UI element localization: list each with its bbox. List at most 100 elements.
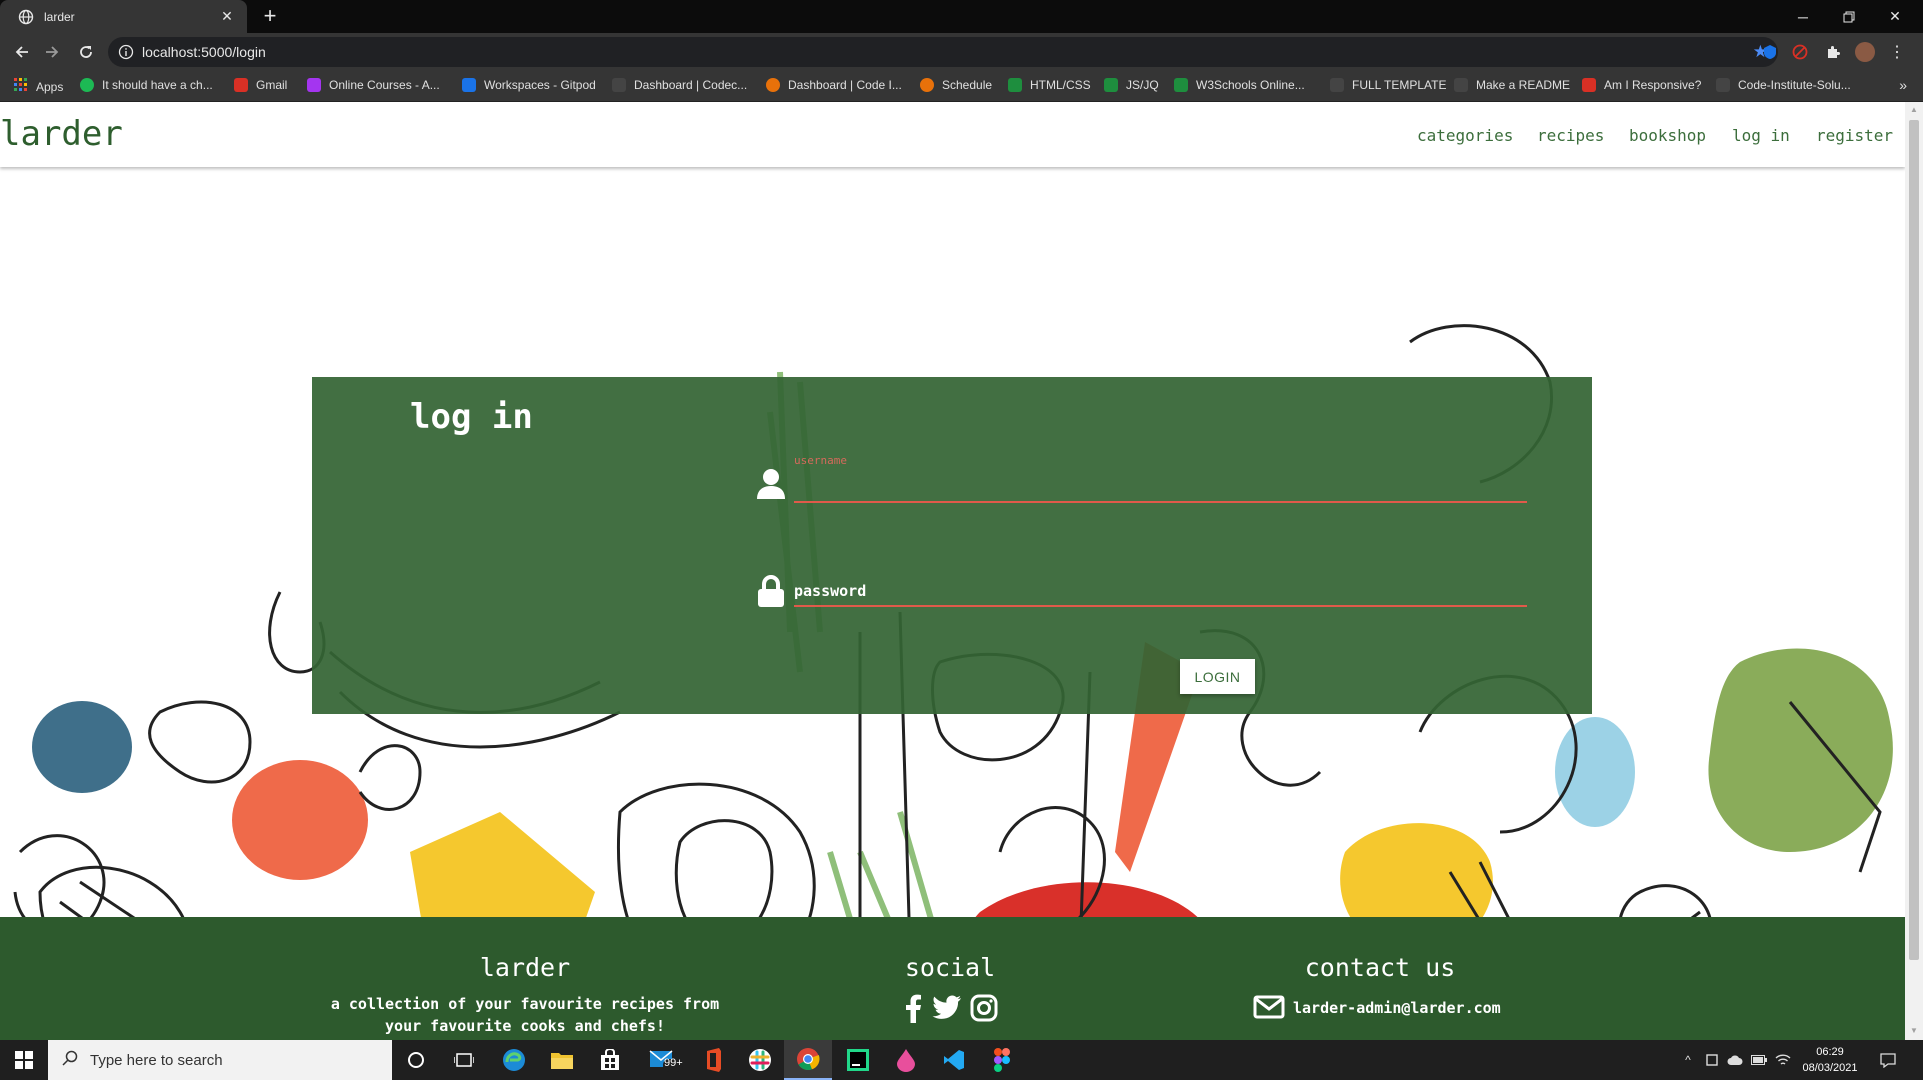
- lock-icon: [755, 574, 787, 608]
- clock-date: 08/03/2021: [1802, 1062, 1858, 1074]
- username-input[interactable]: [794, 471, 1527, 503]
- vscode-icon[interactable]: [930, 1040, 978, 1080]
- footer-social-title: social: [904, 953, 996, 982]
- password-input[interactable]: [794, 575, 1527, 607]
- profile-avatar[interactable]: [1855, 42, 1875, 62]
- store-icon[interactable]: [586, 1040, 634, 1080]
- footer-about-line: a collection of your favourite recipes f…: [330, 995, 720, 1013]
- taskbar-search[interactable]: Type here to search: [48, 1040, 392, 1080]
- windows-start-icon[interactable]: [0, 1040, 48, 1080]
- page-scrollbar[interactable]: ▲ ▼: [1905, 102, 1923, 1040]
- bookmark-item[interactable]: Code-Institute-Solu...: [1716, 78, 1851, 92]
- brand-logo[interactable]: larder: [0, 114, 123, 154]
- bookmark-item[interactable]: JS/JQ: [1104, 78, 1159, 92]
- login-card: log in username password LOGIN: [312, 377, 1592, 714]
- bookmark-item[interactable]: Schedule: [920, 78, 992, 92]
- search-icon: [62, 1050, 78, 1071]
- task-view-icon[interactable]: [440, 1040, 488, 1080]
- taskbar-clock[interactable]: 06:29 08/03/2021: [1790, 1044, 1870, 1076]
- blue-plum-blob: [32, 701, 132, 793]
- drop-app-icon[interactable]: [882, 1040, 930, 1080]
- blocker-icon[interactable]: [1790, 42, 1810, 62]
- login-title: log in: [410, 397, 533, 437]
- tab-title: larder: [44, 9, 75, 24]
- pycharm-icon[interactable]: [834, 1040, 882, 1080]
- nav-categories[interactable]: categories: [1417, 126, 1513, 145]
- nav-bookshop[interactable]: bookshop: [1629, 126, 1706, 145]
- onedrive-cloud-icon[interactable]: [1727, 1052, 1743, 1068]
- bookmark-apps[interactable]: Apps: [14, 78, 63, 95]
- bookmark-label: FULL TEMPLATE: [1352, 78, 1447, 92]
- bookmark-item[interactable]: Workspaces - Gitpod: [462, 78, 596, 92]
- bookmark-item[interactable]: Online Courses - A...: [307, 78, 440, 92]
- browser-tab[interactable]: larder ✕: [0, 0, 247, 33]
- battery-icon[interactable]: [1751, 1052, 1767, 1068]
- footer-about-text: a collection of your favourite recipes f…: [320, 993, 730, 1037]
- bookmark-item[interactable]: Make a README: [1454, 78, 1570, 92]
- menu-dots-icon[interactable]: ⋮: [1887, 42, 1907, 62]
- scrollbar-thumb[interactable]: [1909, 120, 1919, 960]
- sheets-icon: [1104, 78, 1118, 92]
- reload-icon[interactable]: [72, 38, 100, 66]
- wifi-icon[interactable]: [1775, 1052, 1791, 1068]
- bookmark-item[interactable]: Gmail: [234, 78, 287, 92]
- new-tab-button[interactable]: +: [258, 4, 282, 28]
- mail-icon[interactable]: 99+: [642, 1040, 690, 1080]
- onion-blob: [232, 760, 368, 880]
- restore-icon[interactable]: [1826, 0, 1872, 33]
- extension-shield-icon[interactable]: [1760, 42, 1780, 62]
- password-placeholder: password: [794, 582, 867, 600]
- udemy-icon: [307, 78, 321, 92]
- file-explorer-icon[interactable]: [538, 1040, 586, 1080]
- chrome-icon[interactable]: [784, 1040, 832, 1080]
- facebook-icon[interactable]: [898, 993, 928, 1023]
- login-button[interactable]: LOGIN: [1180, 659, 1255, 694]
- nav-log-in[interactable]: log in: [1732, 126, 1790, 145]
- office-icon[interactable]: [690, 1040, 738, 1080]
- close-window-icon[interactable]: ✕: [1872, 0, 1918, 33]
- clock-time: 06:29: [1816, 1046, 1844, 1058]
- cortana-icon[interactable]: [392, 1040, 440, 1080]
- notifications-icon[interactable]: [1880, 1052, 1896, 1068]
- windows-taskbar: Type here to search 99+ ^ 06:29 08/03/20…: [0, 1040, 1923, 1080]
- schedule-icon: [920, 78, 934, 92]
- site-footer: larder a collection of your favourite re…: [0, 917, 1905, 1040]
- bookmark-label: Apps: [36, 79, 64, 94]
- extensions-puzzle-icon[interactable]: [1823, 42, 1843, 62]
- footer-about-title: larder: [479, 953, 571, 982]
- page-icon: [1716, 78, 1730, 92]
- scroll-up-icon[interactable]: ▲: [1909, 105, 1919, 115]
- bookmark-item[interactable]: HTML/CSS: [1008, 78, 1091, 92]
- bookmark-label: JS/JQ: [1126, 78, 1159, 92]
- nav-register[interactable]: register: [1816, 126, 1893, 145]
- minimize-icon[interactable]: ─: [1780, 0, 1826, 33]
- bookmark-item[interactable]: Dashboard | Code I...: [766, 78, 902, 92]
- sheets-icon: [1008, 78, 1022, 92]
- bookmark-item[interactable]: FULL TEMPLATE: [1330, 78, 1446, 92]
- bookmark-item[interactable]: Dashboard | Codec...: [612, 78, 747, 92]
- egg-blob: [1555, 717, 1635, 827]
- address-bar[interactable]: localhost:5000/login ★: [108, 37, 1778, 67]
- bookmark-item[interactable]: W3Schools Online...: [1174, 78, 1305, 92]
- more-bookmarks-icon[interactable]: »: [1899, 77, 1907, 93]
- tray-chevron-icon[interactable]: ^: [1680, 1052, 1696, 1068]
- browser-tab-strip: larder ✕ + ─ ✕: [0, 0, 1923, 33]
- forward-arrow-icon[interactable]: [38, 38, 66, 66]
- instagram-icon[interactable]: [969, 993, 999, 1023]
- back-arrow-icon[interactable]: [8, 38, 36, 66]
- footer-contact-title: contact us: [1304, 953, 1456, 982]
- slack-icon[interactable]: [736, 1040, 784, 1080]
- contact-email-link[interactable]: larder-admin@larder.com: [1293, 999, 1501, 1017]
- scroll-down-icon[interactable]: ▼: [1909, 1026, 1919, 1036]
- bookmark-item[interactable]: Am I Responsive?: [1582, 78, 1701, 92]
- figma-icon[interactable]: [978, 1040, 1026, 1080]
- edge-icon[interactable]: [490, 1040, 538, 1080]
- site-info-icon[interactable]: [118, 44, 134, 60]
- w3schools-icon: [1174, 78, 1188, 92]
- network-device-icon[interactable]: [1704, 1052, 1720, 1068]
- code-institute-icon: [766, 78, 780, 92]
- bookmark-item[interactable]: It should have a ch...: [80, 78, 213, 92]
- nav-recipes[interactable]: recipes: [1537, 126, 1604, 145]
- twitter-icon[interactable]: [932, 993, 962, 1023]
- close-tab-icon[interactable]: ✕: [219, 8, 235, 25]
